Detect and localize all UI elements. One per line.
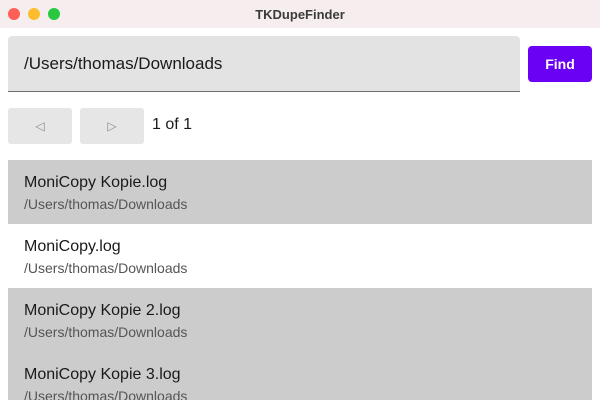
result-row[interactable]: MoniCopy Kopie 2.log /Users/thomas/Downl…	[8, 288, 592, 352]
result-file-name: MoniCopy.log	[24, 238, 121, 255]
result-row[interactable]: MoniCopy.log /Users/thomas/Downloads	[8, 224, 592, 288]
result-file-path: /Users/thomas/Downloads	[24, 324, 188, 340]
result-row[interactable]: MoniCopy Kopie 3.log /Users/thomas/Downl…	[8, 352, 592, 400]
previous-page-button[interactable]: ◁	[8, 108, 72, 144]
result-file-path: /Users/thomas/Downloads	[24, 196, 188, 212]
result-row[interactable]: MoniCopy Kopie.log /Users/thomas/Downloa…	[8, 160, 592, 224]
path-input[interactable]	[8, 36, 520, 91]
result-file-name: MoniCopy Kopie 3.log	[24, 366, 181, 383]
find-button[interactable]: Find	[528, 46, 592, 82]
triangle-right-icon: ▷	[107, 119, 117, 133]
result-file-path: /Users/thomas/Downloads	[24, 388, 188, 400]
window-title: TKDupeFinder	[255, 6, 345, 22]
zoom-window-button[interactable]	[48, 8, 60, 20]
triangle-left-icon: ◁	[35, 119, 45, 133]
path-field[interactable]	[8, 36, 520, 92]
page-indicator: 1 of 1	[152, 116, 193, 133]
minimize-window-button[interactable]	[28, 8, 40, 20]
result-file-name: MoniCopy Kopie.log	[24, 174, 168, 191]
close-window-button[interactable]	[8, 8, 20, 20]
next-page-button[interactable]: ▷	[80, 108, 144, 144]
title-bar: TKDupeFinder	[0, 0, 600, 28]
result-file-name: MoniCopy Kopie 2.log	[24, 302, 181, 319]
results-list: MoniCopy Kopie.log /Users/thomas/Downloa…	[8, 160, 592, 400]
window-controls	[8, 8, 60, 20]
result-file-path: /Users/thomas/Downloads	[24, 260, 188, 276]
